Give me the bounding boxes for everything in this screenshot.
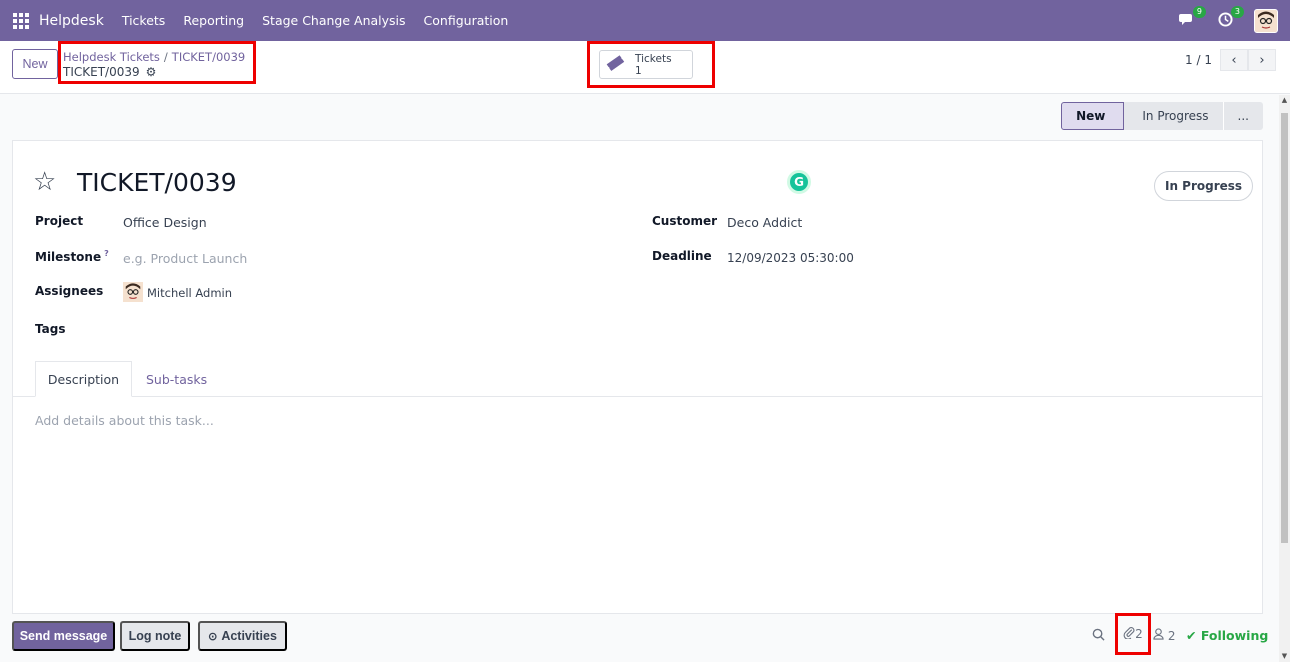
- top-navbar: Helpdesk Tickets Reporting Stage Change …: [0, 0, 1290, 41]
- tickets-stat-button[interactable]: Tickets 1: [599, 50, 693, 79]
- tab-sub-tasks[interactable]: Sub-tasks: [146, 361, 207, 397]
- menu-item-stage-change-analysis[interactable]: Stage Change Analysis: [262, 13, 405, 28]
- pager-value[interactable]: 1 / 1: [1185, 53, 1212, 67]
- assignee-avatar: [123, 282, 143, 302]
- apps-menu-icon[interactable]: [13, 12, 29, 29]
- scroll-thumb[interactable]: [1281, 113, 1288, 543]
- messages-icon[interactable]: 9: [1178, 5, 1206, 30]
- stat-label: Tickets: [635, 52, 672, 65]
- breadcrumb-separator: /: [163, 50, 168, 64]
- menu-item-configuration[interactable]: Configuration: [424, 13, 509, 28]
- menu-item-reporting[interactable]: Reporting: [183, 13, 244, 28]
- tags-label: Tags: [35, 322, 66, 336]
- milestone-field[interactable]: e.g. Product Launch: [123, 251, 247, 266]
- paperclip-icon: [1123, 626, 1135, 642]
- stat-value: 1: [635, 64, 642, 77]
- user-avatar[interactable]: [1254, 8, 1278, 33]
- gear-icon[interactable]: ⚙: [146, 65, 157, 79]
- project-field[interactable]: Office Design: [123, 215, 207, 230]
- breadcrumb-current-label: TICKET/0039: [63, 65, 140, 79]
- stage-statusbar: New In Progress ...: [1061, 102, 1263, 130]
- check-icon: ✔: [1186, 628, 1197, 643]
- assignees-label: Assignees: [35, 284, 104, 298]
- milestone-label-text: Milestone: [35, 250, 102, 264]
- pager: 1 / 1 ‹ ›: [1185, 49, 1276, 71]
- activities-badge: 3: [1230, 5, 1244, 18]
- assignees-field[interactable]: Mitchell Admin: [147, 286, 232, 300]
- description-editor[interactable]: Add details about this task...: [35, 413, 214, 428]
- milestone-help-icon[interactable]: ?: [104, 249, 109, 258]
- pager-previous-icon[interactable]: ‹: [1220, 49, 1248, 71]
- form-sheet: ☆ TICKET/0039 G In Progress Project Offi…: [12, 140, 1263, 614]
- stage-in-progress[interactable]: In Progress: [1124, 102, 1223, 130]
- customer-label: Customer: [652, 214, 718, 228]
- log-note-button[interactable]: Log note: [120, 621, 190, 651]
- search-icon[interactable]: [1092, 628, 1105, 645]
- notebook-tabs: Description Sub-tasks: [13, 361, 1262, 397]
- star-icon[interactable]: ☆: [33, 167, 56, 197]
- project-label: Project: [35, 214, 84, 228]
- state-badge[interactable]: In Progress: [1154, 171, 1254, 201]
- pager-next-icon[interactable]: ›: [1248, 49, 1276, 71]
- scroll-down-icon[interactable]: ▼: [1279, 651, 1290, 662]
- stat-button-highlight: Tickets 1: [587, 41, 715, 88]
- breadcrumb-record-link[interactable]: TICKET/0039: [172, 50, 245, 64]
- send-message-button[interactable]: Send message: [12, 621, 115, 651]
- deadline-label: Deadline: [652, 249, 712, 263]
- followers-button[interactable]: 2: [1153, 628, 1175, 643]
- control-panel: New Helpdesk Tickets / TICKET/0039 TICKET/…: [0, 41, 1290, 94]
- stage-more-button[interactable]: ...: [1222, 102, 1263, 130]
- menu-item-tickets[interactable]: Tickets: [122, 13, 166, 28]
- app-brand[interactable]: Helpdesk: [39, 13, 104, 29]
- scroll-up-icon[interactable]: ▲: [1279, 95, 1290, 106]
- deadline-field[interactable]: 12/09/2023 05:30:00: [727, 251, 854, 265]
- following-button[interactable]: ✔ Following: [1186, 628, 1268, 643]
- attachments-button[interactable]: 2: [1115, 613, 1151, 655]
- activities-label: Activities: [221, 629, 277, 643]
- breadcrumb-parent-link[interactable]: Helpdesk Tickets: [63, 50, 160, 64]
- scrollbar[interactable]: ▲ ▼: [1279, 95, 1290, 662]
- customer-field[interactable]: Deco Addict: [727, 215, 802, 230]
- breadcrumb-path: Helpdesk Tickets / TICKET/0039: [63, 50, 253, 64]
- stage-new[interactable]: New: [1061, 102, 1125, 130]
- ticket-icon: [605, 52, 630, 77]
- user-icon: [1153, 628, 1168, 643]
- tab-description[interactable]: Description: [35, 361, 132, 397]
- attachments-count: 2: [1135, 627, 1143, 641]
- following-label: Following: [1200, 628, 1269, 643]
- breadcrumb-current: TICKET/0039 ⚙: [63, 65, 253, 79]
- activities-button[interactable]: ⊙ Activities: [198, 621, 287, 651]
- clock-icon: ⊙: [208, 630, 218, 643]
- milestone-label: Milestone?: [35, 249, 109, 264]
- messages-badge: 9: [1192, 5, 1206, 18]
- record-title[interactable]: TICKET/0039: [77, 168, 237, 197]
- new-button[interactable]: New: [12, 49, 58, 79]
- activities-clock-icon[interactable]: 3: [1216, 5, 1244, 30]
- followers-count: 2: [1167, 629, 1176, 643]
- grammarly-icon[interactable]: G: [787, 170, 811, 194]
- breadcrumb: Helpdesk Tickets / TICKET/0039 TICKET/0039…: [58, 41, 256, 84]
